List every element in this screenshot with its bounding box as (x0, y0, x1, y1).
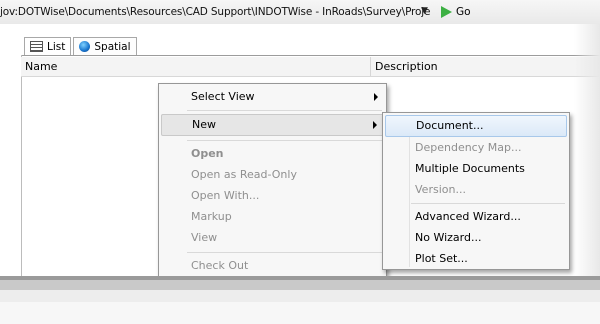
tab-spatial-label: Spatial (94, 40, 131, 53)
context-menu: Select View New Open Open as Read-Only O… (158, 83, 387, 282)
menu-item-label: Markup (191, 210, 232, 223)
menu-item-label: New (192, 118, 216, 131)
tab-list[interactable]: List (24, 37, 72, 55)
submenu-item-no-wizard[interactable]: No Wizard... (385, 227, 567, 249)
submenu-item-version[interactable]: Version... (385, 179, 567, 201)
column-header-name[interactable]: Name (25, 60, 57, 73)
menu-item-view[interactable]: View (161, 227, 384, 249)
green-play-icon (441, 6, 452, 18)
submenu-arrow-icon (373, 121, 377, 129)
column-resize-handle[interactable] (370, 57, 371, 76)
menu-item-open[interactable]: Open (161, 143, 384, 165)
menu-item-check-out[interactable]: Check Out (161, 255, 384, 277)
list-border (21, 55, 22, 277)
address-bar: jov:DOTWise\Documents\Resources\CAD Supp… (0, 0, 600, 24)
menu-item-label: No Wizard... (415, 231, 482, 244)
menu-separator (187, 110, 382, 111)
menu-item-label: View (191, 231, 218, 244)
menu-separator (187, 140, 382, 141)
submenu-item-advanced-wizard[interactable]: Advanced Wizard... (385, 206, 567, 228)
go-button[interactable]: Go (441, 5, 471, 19)
new-submenu: Document... Dependency Map... Multiple D… (382, 112, 570, 270)
menu-item-markup[interactable]: Markup (161, 206, 384, 228)
globe-icon (79, 41, 91, 52)
menu-item-label: Advanced Wizard... (415, 210, 521, 223)
menu-item-open-read-only[interactable]: Open as Read-Only (161, 164, 384, 186)
tab-spatial[interactable]: Spatial (73, 37, 137, 55)
submenu-arrow-icon (374, 93, 378, 101)
menu-item-label: Plot Set... (415, 252, 468, 265)
menu-separator (411, 203, 565, 204)
column-header-row: Name Description (21, 57, 600, 77)
submenu-item-document[interactable]: Document... (385, 115, 567, 137)
column-header-description[interactable]: Description (375, 60, 438, 73)
submenu-item-dependency-map[interactable]: Dependency Map... (385, 137, 567, 159)
menu-item-label: Version... (415, 183, 466, 196)
path-dropdown-button[interactable]: ▼ (421, 6, 428, 16)
tab-list-label: List (47, 40, 66, 53)
submenu-item-plot-set[interactable]: Plot Set... (385, 248, 567, 270)
menu-item-label: Select View (191, 90, 255, 103)
blurred-taskbar-region (0, 276, 600, 324)
view-tabs: List Spatial (24, 37, 139, 55)
menu-item-label: Open With... (191, 189, 260, 202)
edge-fade (574, 24, 600, 276)
menu-item-label: Document... (416, 119, 484, 132)
menu-item-label: Open (191, 147, 224, 160)
folder-path-field[interactable]: jov:DOTWise\Documents\Resources\CAD Supp… (0, 6, 431, 18)
menu-item-label: Dependency Map... (415, 141, 522, 154)
go-button-label: Go (456, 6, 471, 18)
menu-item-label: Multiple Documents (415, 162, 525, 175)
menu-item-new[interactable]: New (161, 114, 384, 136)
submenu-item-multiple-documents[interactable]: Multiple Documents (385, 158, 567, 180)
menu-item-label: Check Out (191, 259, 249, 272)
menu-item-open-with[interactable]: Open With... (161, 185, 384, 207)
menu-item-label: Open as Read-Only (191, 168, 297, 181)
menu-item-select-view[interactable]: Select View (161, 86, 384, 108)
list-icon (30, 41, 43, 52)
menu-separator (187, 252, 382, 253)
tab-divider (21, 55, 600, 56)
